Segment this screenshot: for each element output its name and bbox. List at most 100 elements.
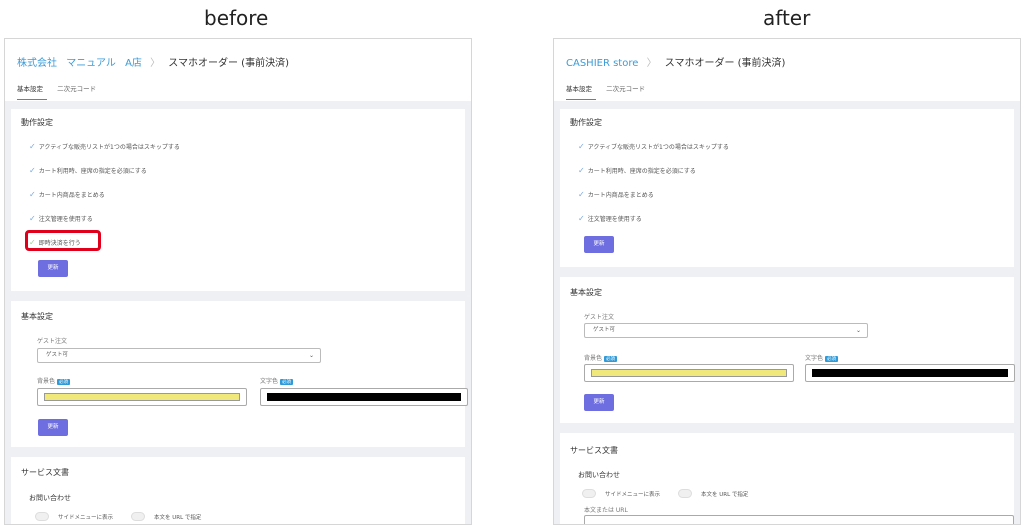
bg-color-label: 背景色 必須	[37, 376, 71, 385]
breadcrumb-store[interactable]: A店	[125, 58, 142, 69]
option-label: カート利用時、座席の指定を必須にする	[38, 168, 147, 175]
option-label: アクティブな販売リストが1つの場合はスキップする	[38, 144, 180, 151]
chevron-down-icon: ⌄	[308, 352, 314, 359]
required-badge: 必須	[825, 355, 839, 362]
sidebar-toggle[interactable]	[35, 512, 49, 521]
option-group-cart-items[interactable]: ✓ カート内商品をまとめる	[578, 190, 654, 199]
bg-color-swatch	[591, 369, 787, 377]
option-use-order-management[interactable]: ✓ 注文管理を使用する	[578, 214, 642, 223]
basic-settings-title: 基本設定	[570, 288, 602, 297]
option-require-seat[interactable]: ✓ カート利用時、座席の指定を必須にする	[578, 166, 696, 175]
breadcrumb-current: スマホオーダー (事前決済)	[168, 58, 289, 69]
before-caption: before	[204, 6, 269, 30]
basic-settings-title: 基本設定	[21, 312, 53, 321]
after-screen: CASHIER store 〉 スマホオーダー (事前決済) 基本設定 二次元コ…	[553, 38, 1021, 525]
behavior-settings-title: 動作設定	[21, 118, 53, 127]
service-docs-card: サービス文書 お問い合わせ サイドメニューに表示 本文を URL で指定	[11, 457, 465, 524]
tab-basic-settings[interactable]: 基本設定	[566, 83, 596, 100]
check-icon: ✓	[578, 190, 585, 199]
url-field-input[interactable]	[584, 515, 1014, 524]
breadcrumb-store[interactable]: CASHIER store	[566, 58, 638, 69]
breadcrumb-current: スマホオーダー (事前決済)	[664, 58, 786, 69]
sidebar-toggle-label: サイドメニューに表示	[605, 492, 661, 498]
breadcrumb-company[interactable]: 株式会社	[17, 58, 57, 69]
guest-order-value: ゲスト可	[46, 352, 69, 358]
option-label: 注文管理を使用する	[38, 216, 93, 223]
guest-order-select[interactable]: ゲスト可 ⌄	[37, 348, 321, 363]
check-icon: ✓	[578, 166, 585, 175]
basic-update-button[interactable]: 更新	[38, 419, 68, 436]
behavior-update-button[interactable]: 更新	[584, 236, 614, 253]
option-skip-single-list[interactable]: ✓ アクティブな販売リストが1つの場合はスキップする	[29, 142, 180, 151]
required-badge: 必須	[604, 355, 618, 362]
text-color-swatch	[267, 393, 461, 401]
option-skip-single-list[interactable]: ✓ アクティブな販売リストが1つの場合はスキップする	[578, 142, 729, 151]
inquiry-heading: お問い合わせ	[29, 494, 71, 502]
sidebar-toggle-label: サイドメニューに表示	[58, 515, 114, 521]
breadcrumb-manual[interactable]: マニュアル	[66, 58, 116, 69]
chevron-down-icon: ⌄	[855, 327, 861, 334]
bg-color-input[interactable]	[37, 388, 247, 406]
basic-settings-card: 基本設定 ゲスト注文 ゲスト可 ⌄ 背景色 必須 文字色 必須 更新	[560, 277, 1015, 423]
option-group-cart-items[interactable]: ✓ カート内商品をまとめる	[29, 190, 105, 199]
text-color-input[interactable]	[260, 388, 468, 406]
text-color-label: 文字色 必須	[805, 353, 839, 362]
highlight-box	[25, 230, 101, 251]
behavior-settings-card: 動作設定 ✓ アクティブな販売リストが1つの場合はスキップする ✓ カート利用時、座…	[11, 109, 465, 291]
breadcrumb: 株式会社 マニュアル A店 〉 スマホオーダー (事前決済)	[17, 54, 289, 69]
inquiry-heading: お問い合わせ	[578, 471, 620, 479]
check-icon: ✓	[578, 214, 585, 223]
required-badge: 必須	[57, 378, 71, 385]
header: 株式会社 マニュアル A店 〉 スマホオーダー (事前決済) 基本設定 二次元コ…	[5, 39, 471, 101]
text-color-input[interactable]	[805, 364, 1015, 382]
tab-qr-code[interactable]: 二次元コード	[57, 83, 100, 99]
check-icon: ✓	[29, 190, 36, 199]
text-color-label-text: 文字色	[805, 355, 824, 362]
bg-color-swatch	[44, 393, 240, 401]
text-color-label-text: 文字色	[260, 378, 279, 385]
basic-settings-card: 基本設定 ゲスト注文 ゲスト可 ⌄ 背景色 必須 文字色 必須 更新	[11, 301, 468, 447]
bg-color-label-text: 背景色	[37, 378, 56, 385]
option-label: カート内商品をまとめる	[587, 192, 654, 199]
guest-order-label: ゲスト注文	[584, 314, 615, 321]
before-screen: 株式会社 マニュアル A店 〉 スマホオーダー (事前決済) 基本設定 二次元コ…	[4, 38, 472, 525]
bg-color-label-text: 背景色	[584, 355, 603, 362]
url-field-label: 本文または URL	[584, 507, 628, 514]
url-toggle[interactable]	[131, 512, 145, 521]
option-require-seat[interactable]: ✓ カート利用時、座席の指定を必須にする	[29, 166, 147, 175]
tab-bar: 基本設定 二次元コード	[566, 83, 657, 100]
header: CASHIER store 〉 スマホオーダー (事前決済) 基本設定 二次元コ…	[554, 39, 1020, 101]
text-color-label: 文字色 必須	[260, 376, 294, 385]
check-icon: ✓	[29, 166, 36, 175]
behavior-settings-card: 動作設定 ✓ アクティブな販売リストが1つの場合はスキップする ✓ カート利用時、座…	[560, 109, 1014, 267]
behavior-update-button[interactable]: 更新	[38, 260, 68, 277]
option-label: アクティブな販売リストが1つの場合はスキップする	[587, 144, 729, 151]
guest-order-select[interactable]: ゲスト可 ⌄	[584, 323, 868, 338]
option-use-order-management[interactable]: ✓ 注文管理を使用する	[29, 214, 93, 223]
breadcrumb-separator-icon: 〉	[150, 58, 161, 69]
tab-basic-settings[interactable]: 基本設定	[17, 83, 47, 100]
option-label: 注文管理を使用する	[587, 216, 642, 223]
option-label: カート利用時、座席の指定を必須にする	[587, 168, 696, 175]
url-toggle[interactable]	[678, 489, 692, 498]
breadcrumb: CASHIER store 〉 スマホオーダー (事前決済)	[566, 54, 785, 69]
check-icon: ✓	[578, 142, 585, 151]
option-label: カート内商品をまとめる	[38, 192, 105, 199]
url-toggle-label: 本文を URL で指定	[154, 515, 202, 521]
tab-qr-code[interactable]: 二次元コード	[606, 83, 649, 99]
service-docs-title: サービス文書	[21, 468, 69, 477]
service-docs-title: サービス文書	[570, 446, 618, 455]
bg-color-input[interactable]	[584, 364, 794, 382]
guest-order-label: ゲスト注文	[37, 338, 68, 345]
sidebar-toggle[interactable]	[582, 489, 596, 498]
behavior-settings-title: 動作設定	[570, 118, 602, 127]
breadcrumb-separator-icon: 〉	[646, 58, 657, 69]
basic-update-button[interactable]: 更新	[584, 394, 614, 411]
bg-color-label: 背景色 必須	[584, 353, 618, 362]
check-icon: ✓	[29, 142, 36, 151]
tab-bar: 基本設定 二次元コード	[17, 83, 108, 100]
guest-order-value: ゲスト可	[593, 327, 616, 333]
required-badge: 必須	[280, 378, 294, 385]
after-caption: after	[763, 6, 811, 30]
check-icon: ✓	[29, 214, 36, 223]
